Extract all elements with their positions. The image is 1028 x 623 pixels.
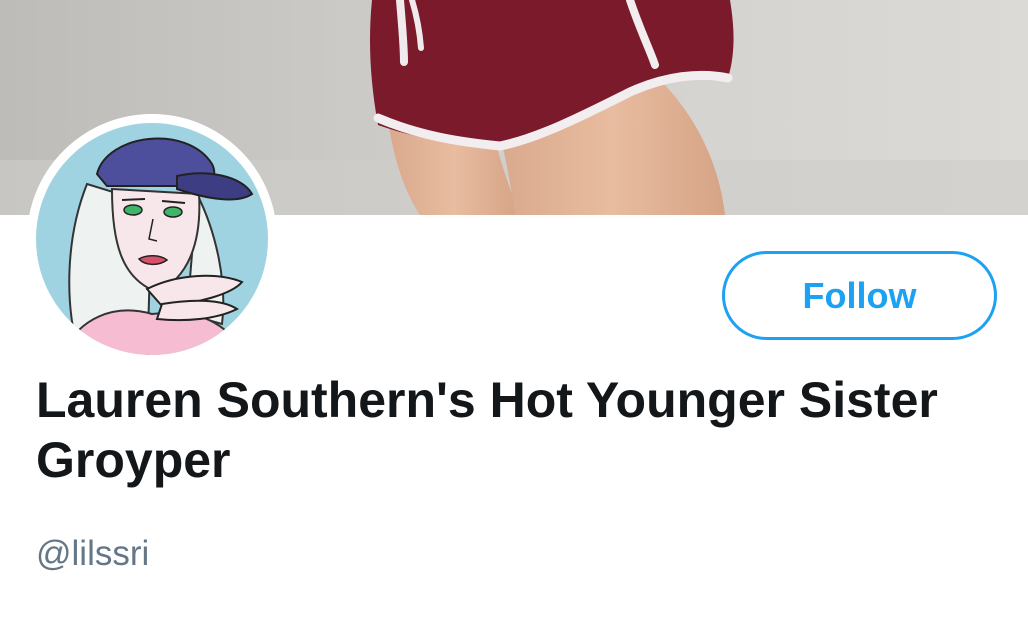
follow-button[interactable]: Follow xyxy=(722,251,997,340)
profile-handle: @lilssri xyxy=(36,534,150,573)
profile-avatar[interactable] xyxy=(27,114,277,364)
profile-display-name: Lauren Southern's Hot Younger Sister Gro… xyxy=(36,372,938,488)
profile-header: Follow Lauren Southern's Hot Younger Sis… xyxy=(0,0,1028,623)
